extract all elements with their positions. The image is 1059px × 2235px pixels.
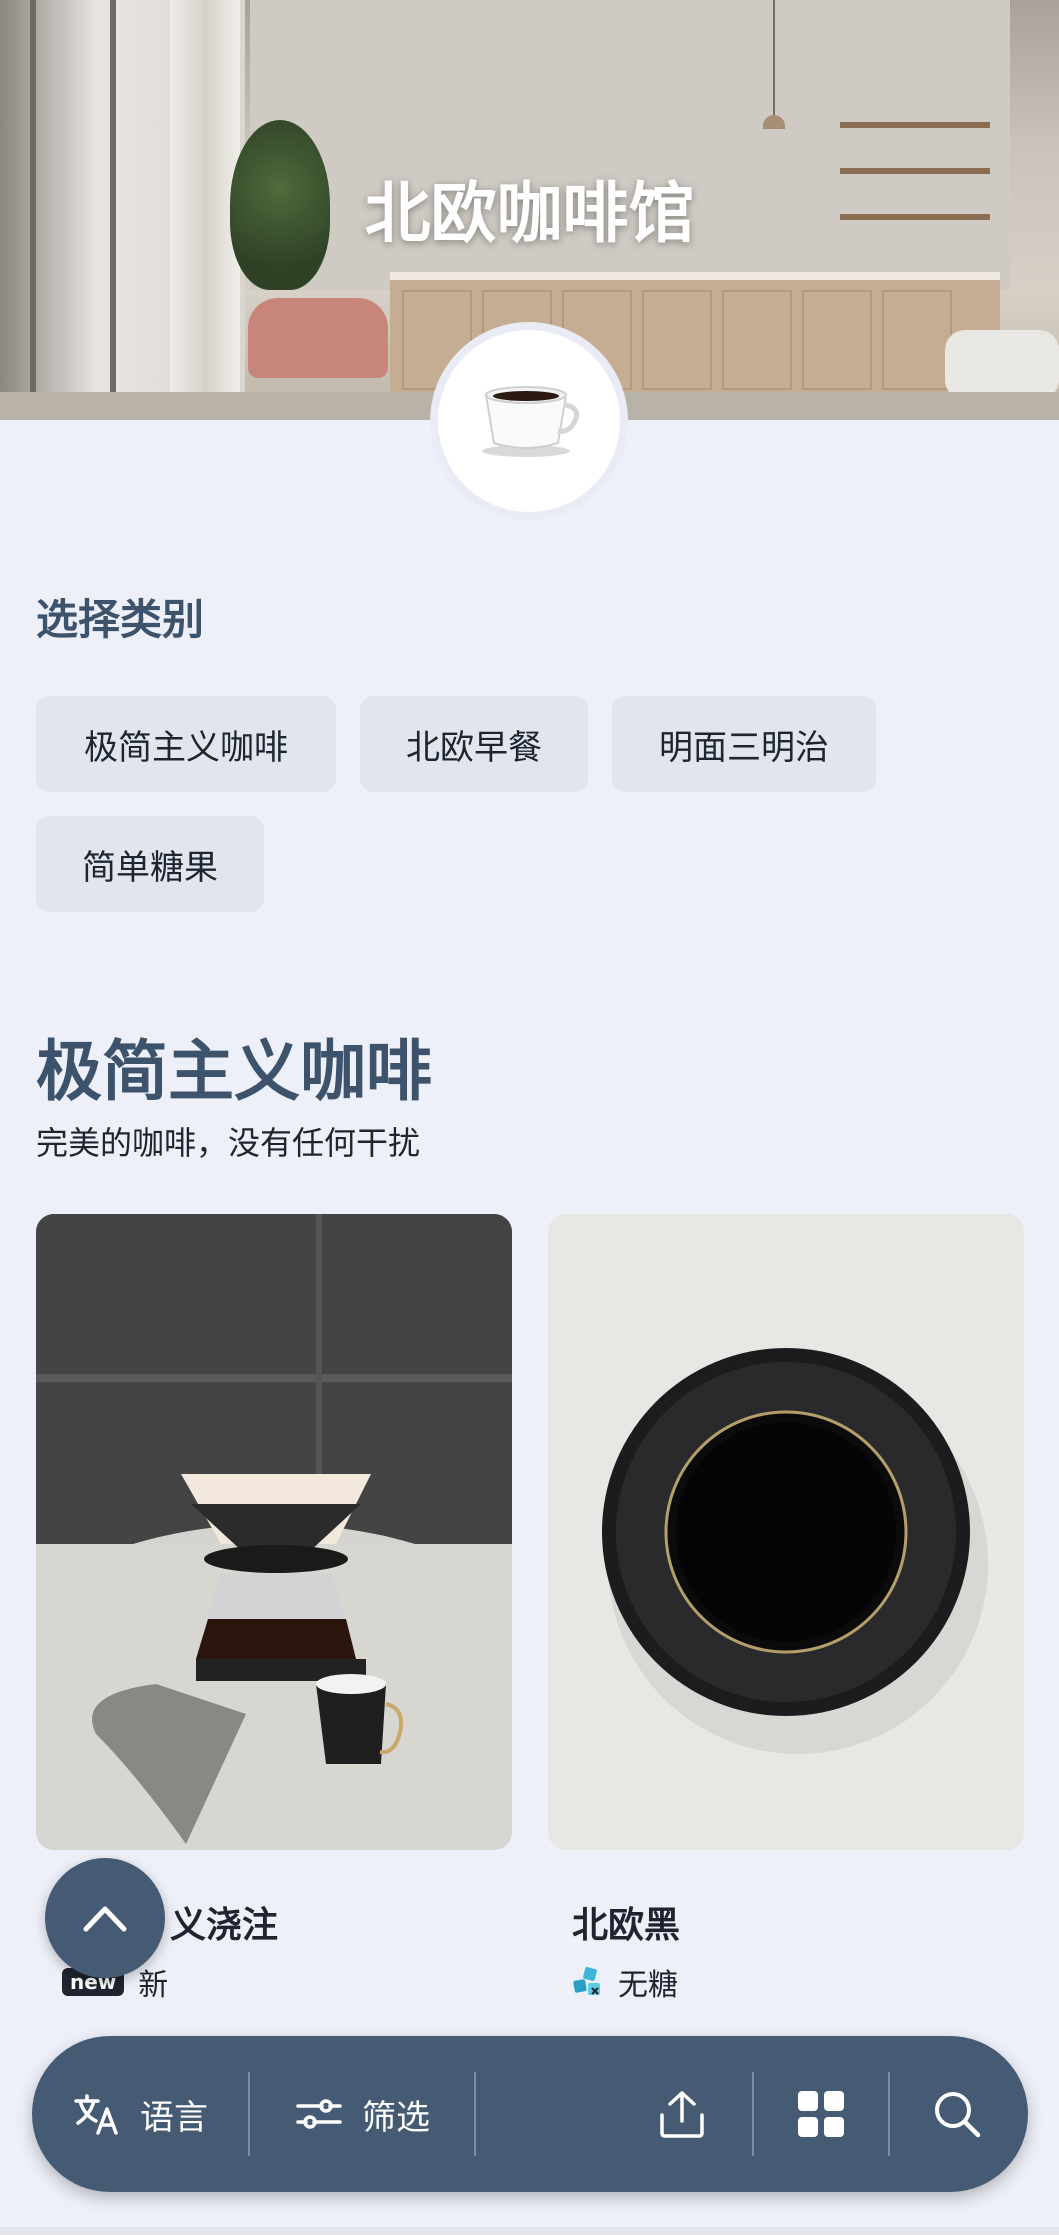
shop-title: 北欧咖啡馆 [364, 175, 695, 252]
shop-logo [430, 322, 628, 520]
toolbar-divider [474, 2072, 476, 2156]
bottom-toolbar: 语言 筛选 [32, 2036, 1028, 2192]
toolbar-divider [752, 2072, 754, 2156]
filter-sliders-icon [296, 2099, 342, 2129]
language-label: 语言 [140, 2097, 208, 2138]
toolbar-divider [888, 2072, 890, 2156]
section-subtitle: 完美的咖啡，没有任何干扰 [36, 1124, 421, 1162]
product-name-nordic-black[interactable]: 北欧黑 [572, 1896, 680, 1948]
product-name-pour-over[interactable]: 义浇注 [170, 1896, 278, 1948]
grid-view-button[interactable] [796, 2036, 846, 2192]
chip-minimalist-coffee[interactable]: 极简主义咖啡 [36, 696, 336, 792]
chip-simple-sweets[interactable]: 简单糖果 [36, 816, 264, 912]
product-image-pour-over[interactable] [36, 1214, 512, 1850]
sugar-cubes-icon [573, 1967, 600, 1995]
toolbar-divider [248, 2072, 250, 2156]
chip-nordic-breakfast[interactable]: 北欧早餐 [360, 696, 588, 792]
search-icon [935, 2092, 981, 2138]
chevron-up-icon [83, 1906, 127, 1932]
category-label: 选择类别 [36, 595, 205, 644]
language-button[interactable]: 语言 [74, 2036, 208, 2192]
product-tags-nordic-black: 无糖 [572, 1960, 678, 2004]
product-image-nordic-black[interactable] [548, 1214, 1024, 1850]
share-button[interactable] [658, 2036, 706, 2192]
filter-button[interactable]: 筛选 [296, 2036, 430, 2192]
coffee-cup-icon [482, 386, 579, 457]
share-icon [660, 2091, 704, 2138]
grid-icon [798, 2091, 844, 2137]
tag-label: 无糖 [618, 1968, 678, 2003]
search-button[interactable] [932, 2036, 982, 2192]
translate-icon [74, 2094, 118, 2135]
black-coffee-cup-image [548, 1214, 1024, 1850]
scroll-top-button[interactable] [45, 1858, 165, 1978]
pour-over-coffee-image [36, 1214, 512, 1850]
chip-open-sandwich[interactable]: 明面三明治 [612, 696, 876, 792]
filter-label: 筛选 [362, 2097, 430, 2138]
section-title: 极简主义咖啡 [36, 1033, 432, 1110]
bottom-edge [0, 2227, 1059, 2235]
tag-label: 新 [138, 1968, 169, 2003]
